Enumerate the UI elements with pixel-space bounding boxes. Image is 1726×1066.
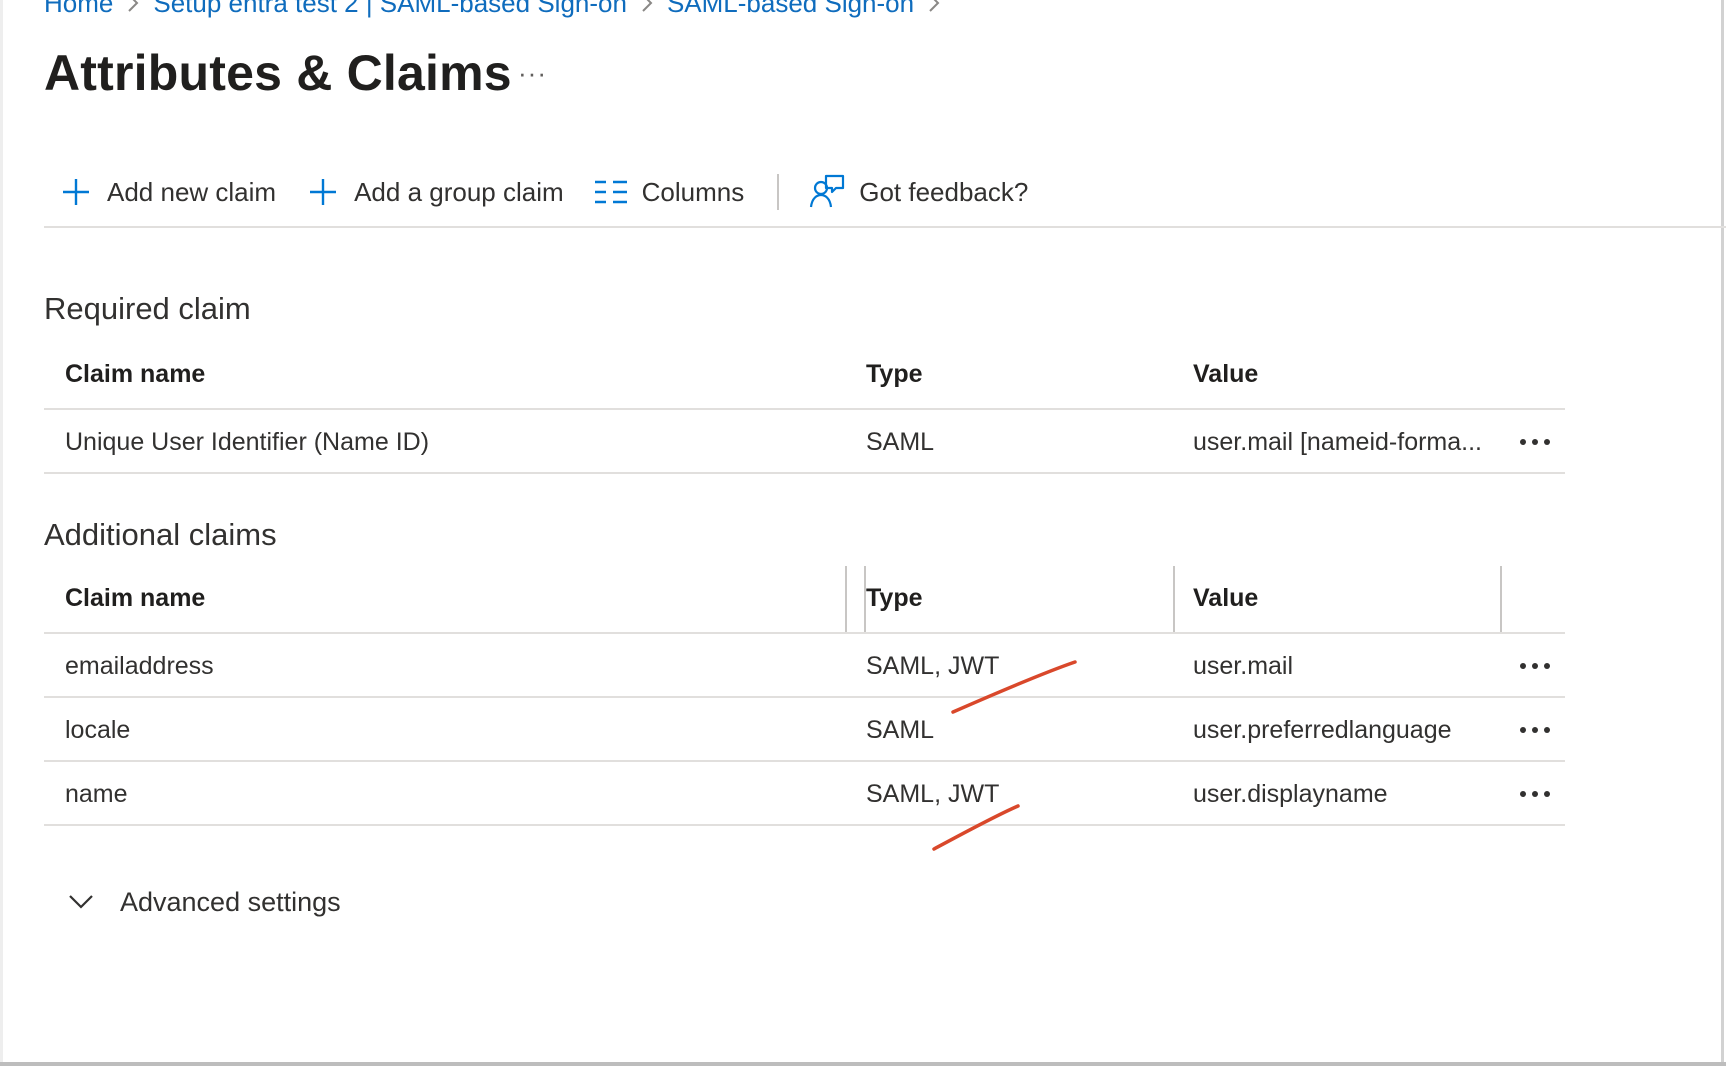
column-resize-handle[interactable]: [845, 566, 847, 632]
columns-icon: [594, 178, 628, 206]
feedback-label: Got feedback?: [859, 176, 1029, 207]
columns-button[interactable]: Columns: [594, 176, 745, 208]
claim-name-cell: locale: [65, 715, 131, 744]
claim-value-cell: user.preferredlanguage: [1193, 715, 1452, 744]
chevron-right-icon: [127, 0, 139, 13]
column-resize-handle[interactable]: [1173, 566, 1175, 632]
table-row[interactable]: locale SAML user.preferredlanguage: [44, 698, 1565, 762]
required-claim-heading: Required claim: [44, 291, 251, 326]
claim-type-cell: SAML, JWT: [866, 651, 1000, 680]
breadcrumb-saml-sso[interactable]: SAML-based Sign-on: [667, 0, 914, 19]
column-header-value[interactable]: Value: [1193, 566, 1258, 630]
breadcrumb-app-sso[interactable]: Setup entra test 2 | SAML-based Sign-on: [153, 0, 627, 19]
add-new-claim-label: Add new claim: [107, 176, 277, 207]
command-bar: Add new claim Add a group claim Columns …: [44, 166, 1028, 218]
row-divider: [44, 472, 1565, 474]
column-header-type[interactable]: Type: [866, 342, 923, 406]
advanced-settings-label: Advanced settings: [120, 886, 341, 917]
window-right-edge: [1721, 0, 1724, 1066]
window-bottom-edge: [0, 1062, 1726, 1066]
add-group-claim-label: Add a group claim: [354, 176, 564, 207]
claim-name-cell: Unique User Identifier (Name ID): [65, 427, 430, 456]
window-left-edge: [0, 0, 3, 1066]
claim-type-cell: SAML, JWT: [866, 779, 1000, 808]
plus-icon: [59, 175, 93, 209]
column-resize-handle[interactable]: [1500, 566, 1502, 632]
add-group-claim-button[interactable]: Add a group claim: [306, 175, 564, 209]
toolbar-divider: [777, 174, 780, 210]
columns-label: Columns: [641, 176, 745, 207]
claim-name-cell: name: [65, 779, 128, 808]
column-header-claim-name[interactable]: Claim name: [65, 566, 205, 630]
chevron-right-icon: [641, 0, 653, 13]
table-row[interactable]: Unique User Identifier (Name ID) SAML us…: [44, 410, 1565, 474]
table-row[interactable]: name SAML, JWT user.displayname: [44, 762, 1565, 826]
chevron-right-icon: [928, 0, 940, 13]
more-icon[interactable]: [1510, 634, 1560, 698]
more-icon[interactable]: [1510, 698, 1560, 762]
column-resize-handle[interactable]: [864, 566, 866, 632]
row-divider: [44, 824, 1565, 826]
claim-type-cell: SAML: [866, 715, 935, 744]
column-header-claim-name[interactable]: Claim name: [65, 342, 205, 406]
feedback-icon: [809, 174, 845, 210]
table-header-row: Claim name Type Value: [44, 566, 1565, 630]
breadcrumb: Home Setup entra test 2 | SAML-based Sig…: [44, 0, 954, 20]
more-icon[interactable]: [1510, 762, 1560, 826]
claim-value-cell: user.displayname: [1193, 779, 1388, 808]
feedback-button[interactable]: Got feedback?: [809, 174, 1028, 210]
claim-value-cell: user.mail [nameid-forma...: [1193, 427, 1482, 456]
add-new-claim-button[interactable]: Add new claim: [59, 175, 276, 209]
table-header-row: Claim name Type Value: [44, 342, 1565, 406]
additional-claims-heading: Additional claims: [44, 517, 277, 552]
claim-name-cell: emailaddress: [65, 651, 214, 680]
breadcrumb-home[interactable]: Home: [44, 0, 113, 19]
toolbar-divider-line: [44, 226, 1726, 228]
chevron-down-icon: [66, 887, 96, 917]
page-title: Attributes & Claims: [44, 45, 512, 101]
plus-icon: [306, 175, 340, 209]
column-header-value[interactable]: Value: [1193, 342, 1258, 406]
column-header-type[interactable]: Type: [866, 566, 923, 630]
claim-value-cell: user.mail: [1193, 651, 1294, 680]
more-icon[interactable]: [1510, 410, 1560, 474]
page-more-icon[interactable]: ···: [518, 58, 547, 89]
claim-type-cell: SAML: [866, 427, 935, 456]
table-row[interactable]: emailaddress SAML, JWT user.mail: [44, 634, 1565, 698]
advanced-settings-toggle[interactable]: Advanced settings: [66, 880, 341, 924]
